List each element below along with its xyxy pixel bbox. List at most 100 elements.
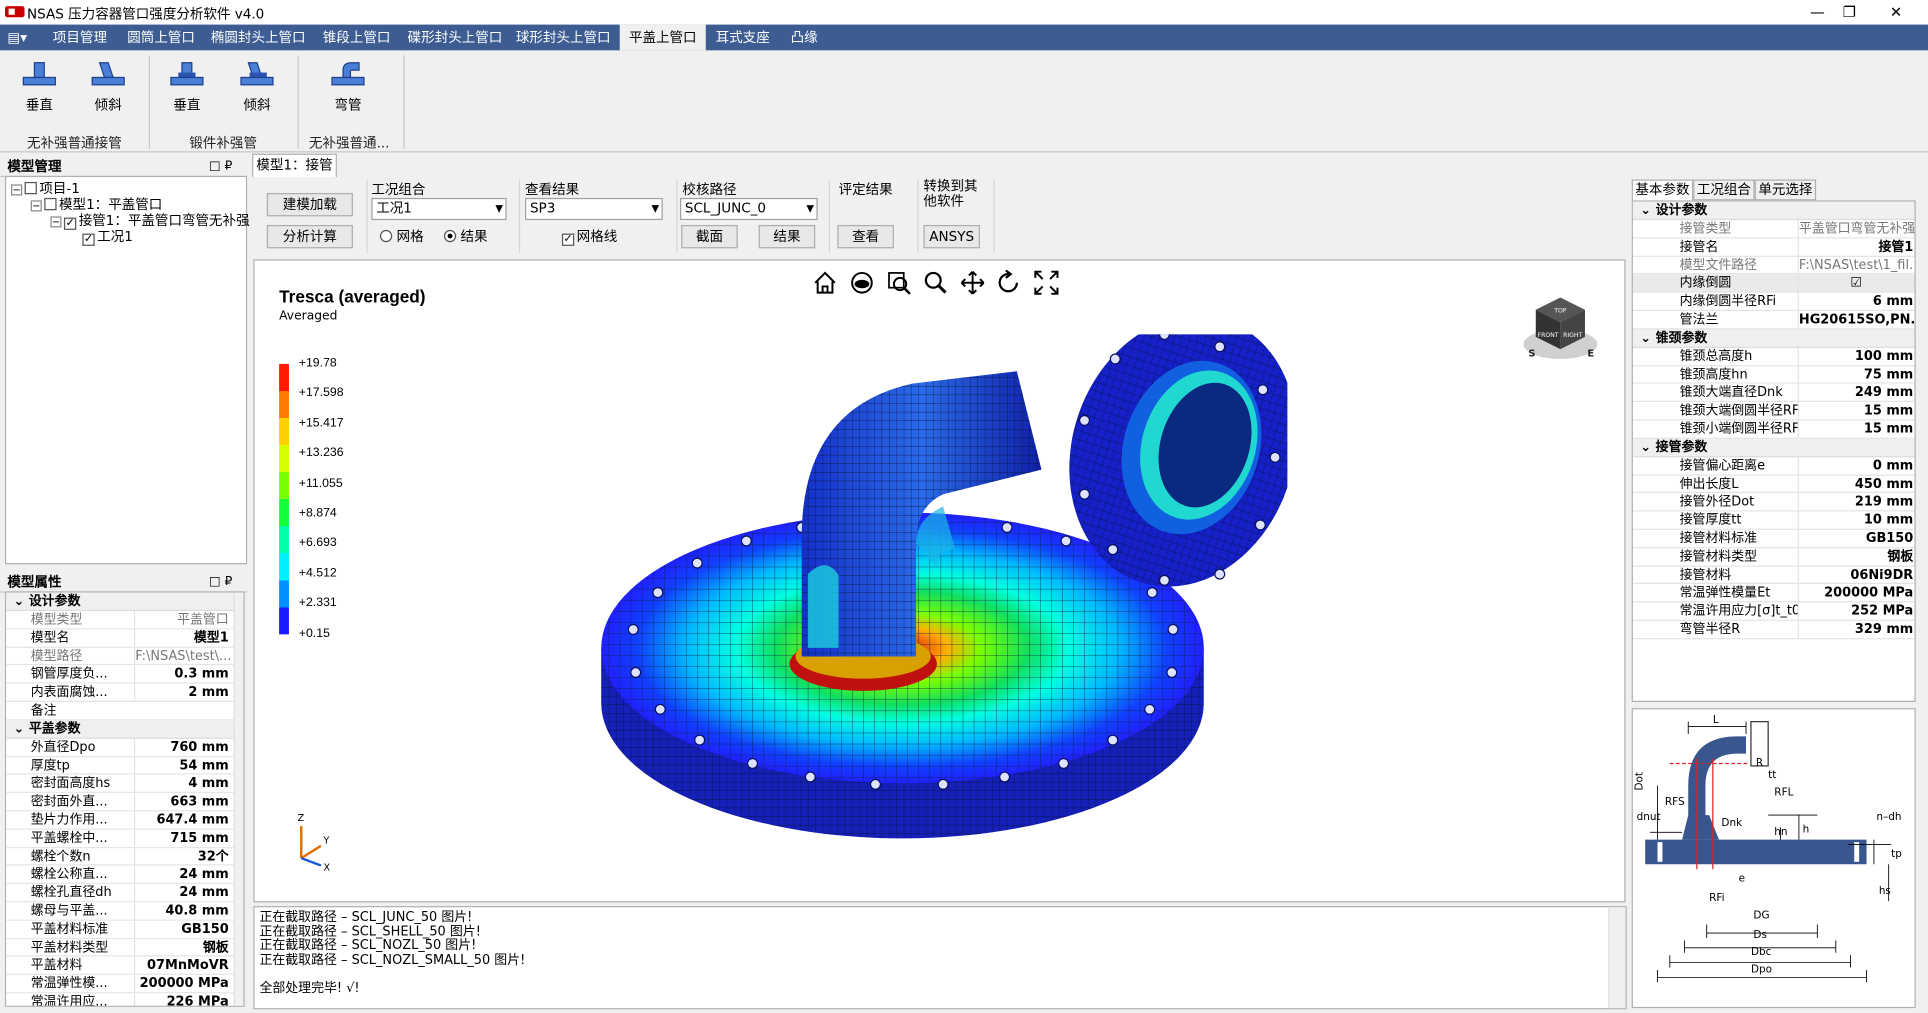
ribbon-inclined-forged-button[interactable]: 倾斜 [227, 58, 286, 119]
property-value[interactable]: 0 mm [1797, 457, 1915, 475]
property-row[interactable]: 锥颈总高度h 100 mm [1632, 347, 1915, 366]
property-value[interactable]: 平盖管口弯管无补强 [1797, 220, 1914, 238]
property-value[interactable]: 6 mm [1797, 292, 1915, 311]
property-row[interactable]: 螺母与平盖... 40.8 mm [6, 902, 244, 921]
loadcase-select[interactable]: 工况1 ▼ [371, 197, 507, 221]
property-row[interactable]: 锥颈大端倒圆半径RFL 15 mm [1632, 402, 1915, 421]
property-value[interactable]: 200000 MPa [1797, 584, 1915, 603]
collapse-icon[interactable]: ⌄ [1640, 330, 1655, 345]
panel-pin-icon[interactable]: □ ₽ [209, 156, 232, 177]
property-row[interactable]: 备注 [6, 701, 244, 721]
rotate-icon[interactable] [998, 269, 1018, 293]
property-value[interactable]: 平盖管口 [134, 611, 232, 629]
property-row[interactable]: 锥颈高度hn 75 mm [1632, 365, 1915, 385]
checkbox[interactable] [44, 197, 57, 211]
property-row[interactable]: 常温弹性模... 200000 MPa [6, 975, 244, 994]
tree-item-model[interactable]: − 模型1：平盖管口 [30, 197, 163, 214]
property-row[interactable]: 外直径Dpo 760 mm [6, 738, 244, 757]
property-row[interactable]: 螺栓公称直... 24 mm [6, 865, 244, 885]
property-value[interactable]: 219 mm [1797, 493, 1915, 512]
property-value[interactable]: GB150 [134, 920, 232, 939]
zoom-icon[interactable] [924, 271, 947, 294]
ribbon-elbow-button[interactable]: 弯管 [318, 58, 377, 119]
property-value[interactable]: 24 mm [134, 865, 232, 884]
menu-spherical-nozzle[interactable]: 球形封头上管口 [512, 25, 615, 51]
analyze-button[interactable]: 分析计算 [266, 224, 353, 249]
scrollbar[interactable] [233, 592, 244, 1006]
property-value[interactable]: F:\NSAS\test\... [134, 647, 232, 666]
props-section-1[interactable]: ⌄ 平盖参数 [6, 720, 244, 739]
scrollbar[interactable] [1608, 907, 1626, 1009]
close-button[interactable]: ✕ [1868, 0, 1925, 25]
menu-cone-nozzle[interactable]: 锥段上管口 [315, 25, 399, 51]
checkbox[interactable] [24, 181, 37, 195]
property-value[interactable]: ☑ [1797, 274, 1915, 293]
collapse-icon[interactable]: ⌄ [1640, 203, 1655, 218]
property-row[interactable]: 垫片力作用... 647.4 mm [6, 811, 244, 830]
property-row[interactable]: 接管偏心距离e 0 mm [1632, 457, 1915, 476]
fit-view-icon[interactable] [1034, 270, 1059, 295]
property-value[interactable]: 钢板 [1797, 548, 1915, 566]
property-row[interactable]: 模型类型 平盖管口 [6, 611, 244, 630]
property-value[interactable]: 760 mm [134, 738, 232, 757]
collapse-icon[interactable]: ⌄ [1640, 440, 1655, 455]
property-value[interactable]: 32个 [134, 847, 232, 866]
property-row[interactable]: 平盖螺栓中... 715 mm [6, 829, 244, 848]
tab-model1-nozzle1[interactable]: 模型1：接管1 [252, 153, 337, 195]
property-value[interactable]: 模型1 [134, 629, 232, 647]
property-row[interactable]: 模型名 模型1 [6, 629, 244, 648]
menu-cylinder-nozzle[interactable]: 圆筒上管口 [121, 25, 202, 51]
path-result-button[interactable]: 结果 [758, 224, 816, 249]
home-icon[interactable] [814, 271, 836, 294]
property-value[interactable]: 450 mm [1797, 475, 1915, 493]
section-button[interactable]: 截面 [681, 224, 738, 249]
menu-ellipsoidal-nozzle[interactable]: 椭圆封头上管口 [207, 25, 310, 51]
panel-pin-icon[interactable]: □ ₽ [209, 572, 232, 593]
property-row[interactable]: 常温许用应... 226 MPa [6, 993, 244, 1006]
build-model-button[interactable]: 建模加载 [266, 193, 353, 217]
props-section-2[interactable]: ⌄ 接管参数 [1632, 438, 1915, 458]
property-value[interactable]: 200000 MPa [134, 975, 232, 993]
property-value[interactable]: 2 mm [134, 683, 232, 702]
collapse-icon[interactable]: − [30, 200, 42, 212]
app-menu-button[interactable]: ▤▾ [5, 25, 30, 51]
menu-flange[interactable]: 凸缘 [782, 25, 826, 51]
property-value[interactable]: 06Ni9DR [1797, 566, 1915, 584]
property-value[interactable]: GB150 [1797, 529, 1915, 548]
property-value[interactable]: 75 mm [1797, 365, 1915, 384]
property-value[interactable]: 647.4 mm [134, 811, 232, 830]
property-row[interactable]: 模型文件路径 F:\NSAS\test\1_fil... [1632, 256, 1915, 275]
property-row[interactable]: 伸出长度L 450 mm [1632, 475, 1915, 494]
property-row[interactable]: 密封面高度hs 4 mm [6, 774, 244, 794]
tree-item-project[interactable]: − 项目-1 [11, 181, 80, 198]
property-row[interactable]: 螺栓孔直径dh 24 mm [6, 884, 244, 903]
property-value[interactable]: 329 mm [1797, 620, 1915, 639]
ribbon-vertical-plain-button[interactable]: 垂直 [10, 58, 69, 119]
property-row[interactable]: 接管外径Dot 219 mm [1632, 493, 1915, 512]
checkbox[interactable]: ✓ [561, 233, 575, 246]
property-row[interactable]: 接管厚度tt 10 mm [1632, 511, 1915, 530]
property-row[interactable]: 平盖材料 07MnMoVR [6, 956, 244, 976]
pan-icon[interactable] [960, 271, 985, 295]
property-value[interactable]: HG20615SO,PN... [1797, 311, 1914, 329]
property-row[interactable]: 密封面外直... 663 mm [6, 793, 244, 812]
view-cube-icon[interactable]: TOP FRONT RIGHT S E [1521, 290, 1600, 366]
property-row[interactable]: 接管材料标准 GB150 [1632, 529, 1915, 549]
menu-lug-support[interactable]: 耳式支座 [708, 25, 777, 51]
property-row[interactable]: 模型路径 F:\NSAS\test\... [6, 647, 244, 666]
rotate-view-icon[interactable] [851, 271, 873, 294]
tab-basic-params[interactable]: 基本参数 [1631, 179, 1694, 201]
tree-item-loadcase[interactable]: ✓ 工况1 [82, 229, 133, 246]
property-row[interactable]: 螺栓个数n 32个 [6, 847, 244, 866]
property-row[interactable]: 平盖材料类型 钢板 [6, 938, 244, 957]
property-row[interactable]: 内缘倒圆 ☑ [1632, 274, 1915, 293]
property-row[interactable]: 锥颈小端倒圆半径RFs 15 mm [1632, 420, 1915, 439]
property-value[interactable]: 07MnMoVR [134, 956, 232, 975]
gridline-checkbox[interactable]: ✓ 网格线 [561, 226, 617, 246]
property-value[interactable]: 100 mm [1797, 347, 1915, 366]
property-value[interactable]: 0.3 mm [134, 665, 232, 684]
property-row[interactable]: 弯管半径R 329 mm [1632, 620, 1915, 639]
menu-project[interactable]: 项目管理 [44, 25, 115, 51]
props-section-1[interactable]: ⌄ 锥颈参数 [1632, 329, 1915, 348]
property-value[interactable]: 15 mm [1797, 402, 1915, 420]
